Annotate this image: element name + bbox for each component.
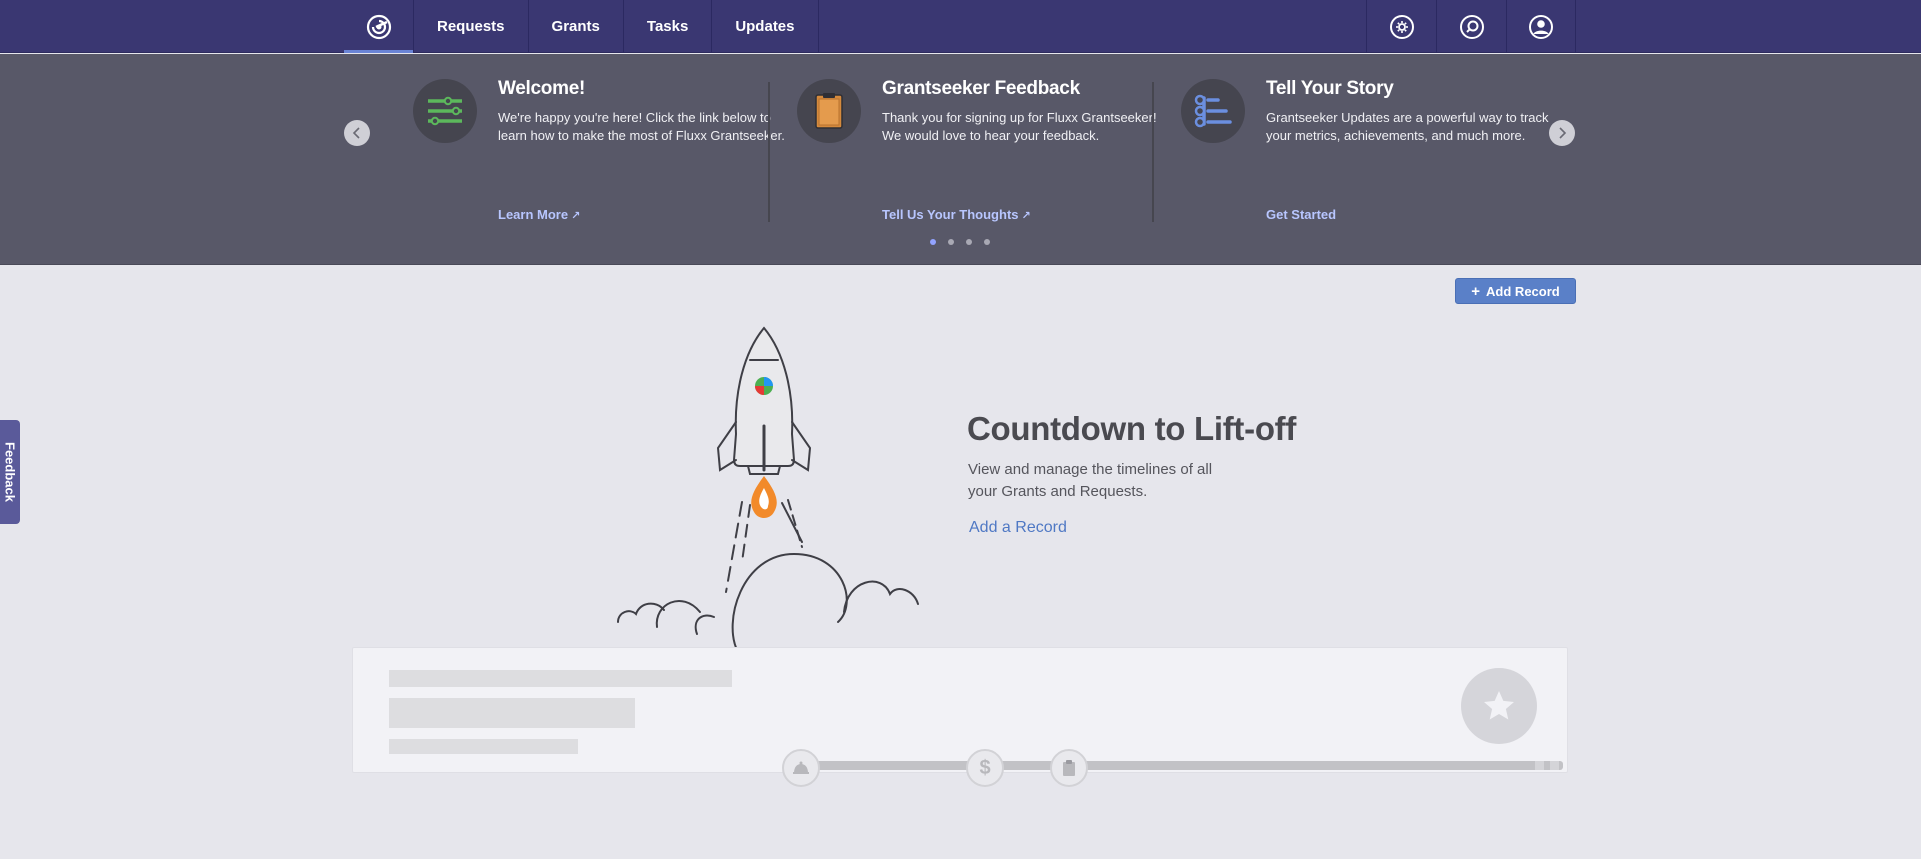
carousel-prev-button[interactable]: [344, 120, 370, 146]
carousel-pagination: [930, 239, 990, 245]
nav-actions: [1366, 0, 1576, 53]
add-a-record-link[interactable]: Add a Record: [969, 519, 1067, 537]
chevron-right-icon: [1559, 127, 1567, 139]
skeleton-line: [389, 698, 635, 728]
tell-us-thoughts-link[interactable]: Tell Us Your Thoughts ↗: [882, 207, 1031, 222]
carousel-card-welcome: Welcome! We're happy you're here! Click …: [413, 69, 797, 222]
carousel-card-feedback: Grantseeker Feedback Thank you for signi…: [797, 69, 1181, 222]
top-nav: Requests Grants Tasks Updates: [0, 0, 1921, 53]
home-logo-tab[interactable]: [344, 0, 414, 53]
dollar-icon: $: [979, 756, 991, 779]
card-icon-circle: [797, 79, 861, 143]
hero-title: Countdown to Lift-off: [967, 410, 1297, 447]
card-body: Thank you for signing up for Fluxx Grant…: [882, 110, 1157, 143]
plus-icon: +: [1471, 282, 1481, 300]
profile-button[interactable]: [1506, 0, 1576, 53]
carousel-dot[interactable]: [930, 239, 936, 245]
timeline-milestone: [1050, 749, 1088, 787]
placeholder-record-card: [352, 647, 1568, 773]
carousel-dot[interactable]: [966, 239, 972, 245]
timeline-track: [783, 761, 1563, 770]
clipboard-icon: [815, 93, 843, 129]
search-icon: [1459, 14, 1484, 39]
settings-button[interactable]: [1366, 0, 1436, 53]
carousel-dot[interactable]: [984, 239, 990, 245]
user-icon: [1529, 14, 1553, 39]
card-divider: [768, 82, 770, 222]
learn-more-link[interactable]: Learn More ↗: [498, 207, 580, 222]
search-button[interactable]: [1436, 0, 1506, 53]
card-title: Welcome!: [498, 78, 585, 99]
external-link-icon: ↗: [571, 210, 581, 222]
card-body: Grantseeker Updates are a powerful way t…: [1266, 110, 1549, 143]
settings-icon: [1389, 14, 1414, 39]
carousel-next-button[interactable]: [1549, 120, 1575, 146]
star-badge: [1461, 668, 1537, 744]
timeline-milestone: [782, 749, 820, 787]
bell-icon: [793, 761, 809, 774]
skeleton-line: [389, 739, 578, 754]
fluxx-logo-icon: [366, 14, 391, 39]
add-record-button[interactable]: + Add Record: [1455, 278, 1576, 304]
tab-updates[interactable]: Updates: [712, 0, 819, 53]
sliders-icon: [428, 96, 462, 126]
star-icon: [1484, 691, 1514, 720]
skeleton-line: [389, 670, 732, 687]
timeline-end-marker: [1550, 761, 1559, 770]
card-title: Tell Your Story: [1266, 78, 1394, 99]
card-divider: [1152, 82, 1154, 222]
list-icon: [1194, 94, 1232, 128]
clipboard-icon: [1063, 760, 1075, 776]
timeline-milestone: $: [966, 749, 1004, 787]
carousel-card-story: Tell Your Story Grantseeker Updates are …: [1181, 69, 1565, 222]
tab-requests[interactable]: Requests: [414, 0, 529, 53]
announcement-carousel: Welcome! We're happy you're here! Click …: [0, 54, 1921, 265]
timeline-end-marker: [1535, 761, 1544, 770]
external-link-icon: ↗: [1021, 210, 1031, 222]
carousel-dot[interactable]: [948, 239, 954, 245]
get-started-link[interactable]: Get Started: [1266, 207, 1336, 222]
hero-description: View and manage the timelines of all you…: [968, 461, 1213, 500]
card-icon-circle: [1181, 79, 1245, 143]
feedback-tab[interactable]: Feedback: [0, 420, 20, 524]
card-title: Grantseeker Feedback: [882, 78, 1080, 99]
nav-inner: Requests Grants Tasks Updates: [344, 0, 1576, 53]
card-icon-circle: [413, 79, 477, 143]
rocket-illustration: [617, 326, 919, 652]
tab-tasks[interactable]: Tasks: [624, 0, 713, 53]
chevron-left-icon: [352, 127, 360, 139]
card-body: We're happy you're here! Click the link …: [498, 110, 785, 143]
tab-grants[interactable]: Grants: [529, 0, 624, 53]
